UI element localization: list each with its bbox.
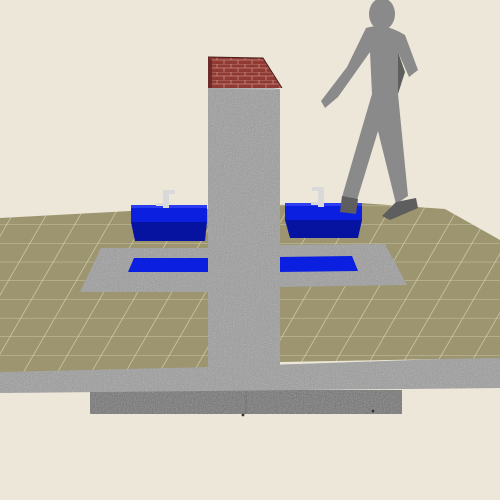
left-sink [131, 205, 207, 241]
scene-canvas [0, 0, 500, 500]
water-channel-right [278, 256, 358, 272]
scene-viewport [0, 0, 500, 500]
center-pillar [208, 85, 280, 369]
water-channel-left [128, 258, 212, 272]
base-footing [90, 390, 402, 414]
